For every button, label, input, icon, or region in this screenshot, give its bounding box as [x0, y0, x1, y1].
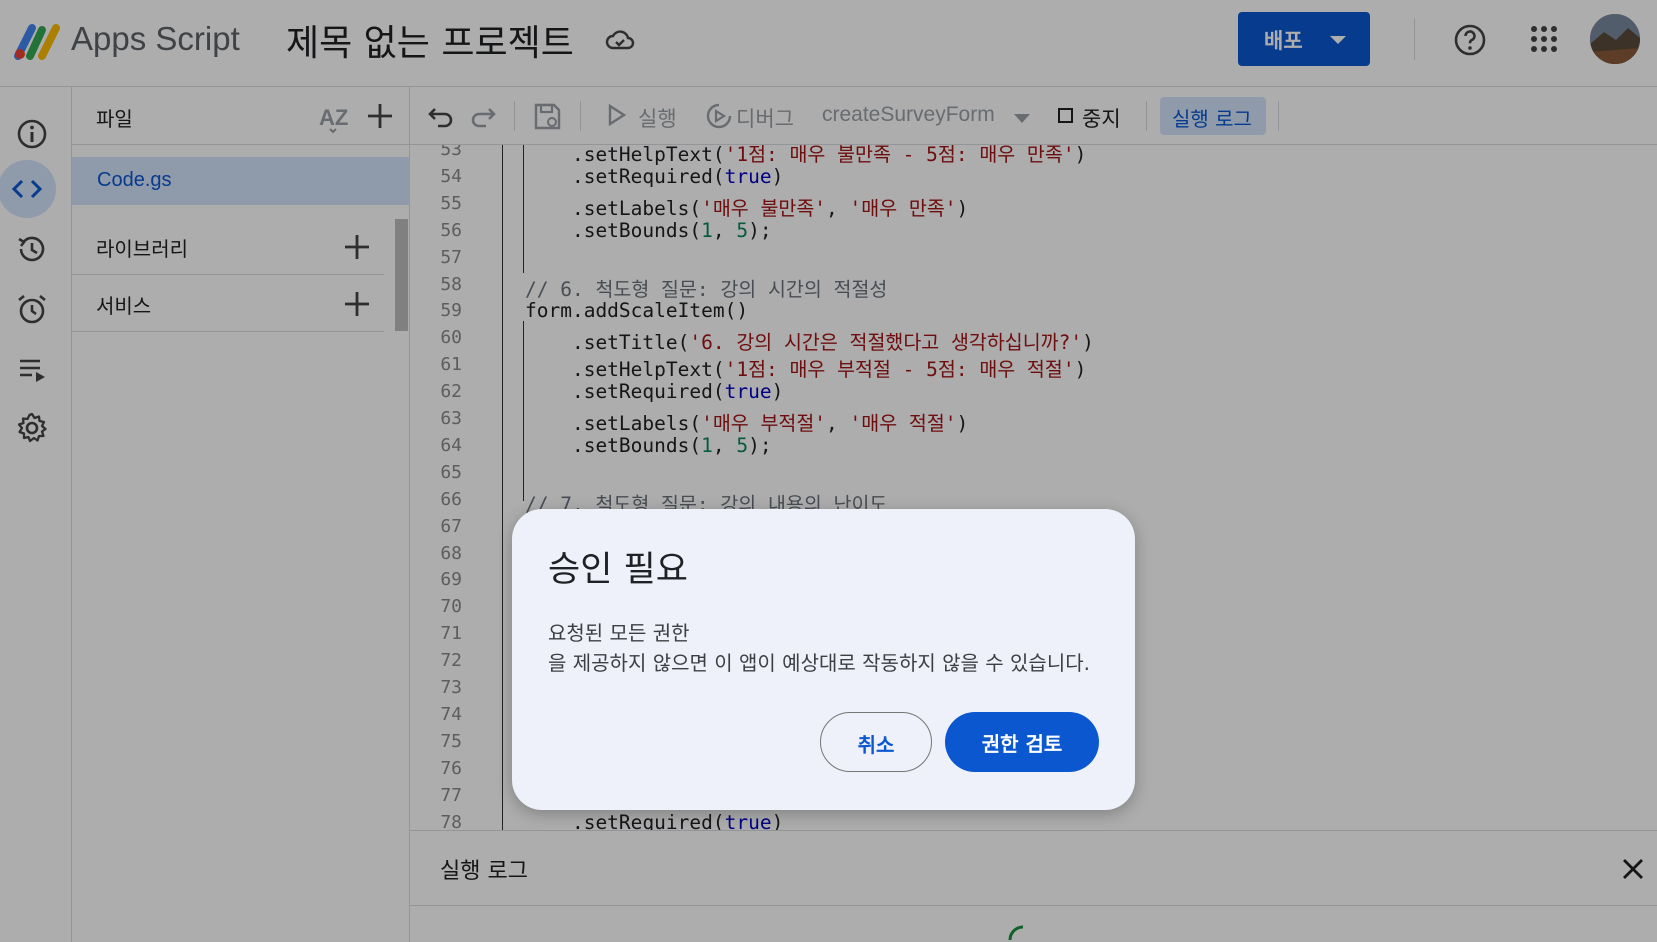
review-permissions-label: 권한 검토 [981, 732, 1063, 756]
dialog-title: 승인 필요 [548, 550, 688, 590]
dialog-message-line1: 요청된 모든 권한 [548, 621, 690, 645]
cancel-button[interactable]: 취소 [820, 712, 932, 772]
review-permissions-button[interactable]: 권한 검토 [945, 712, 1099, 772]
authorization-dialog: 승인 필요 요청된 모든 권한 을 제공하지 않으면 이 앱이 예상대로 작동하… [512, 509, 1135, 810]
cancel-label: 취소 [857, 733, 895, 757]
dialog-message-line2: 을 제공하지 않으면 이 앱이 예상대로 작동하지 않을 수 있습니다. [548, 651, 1090, 675]
